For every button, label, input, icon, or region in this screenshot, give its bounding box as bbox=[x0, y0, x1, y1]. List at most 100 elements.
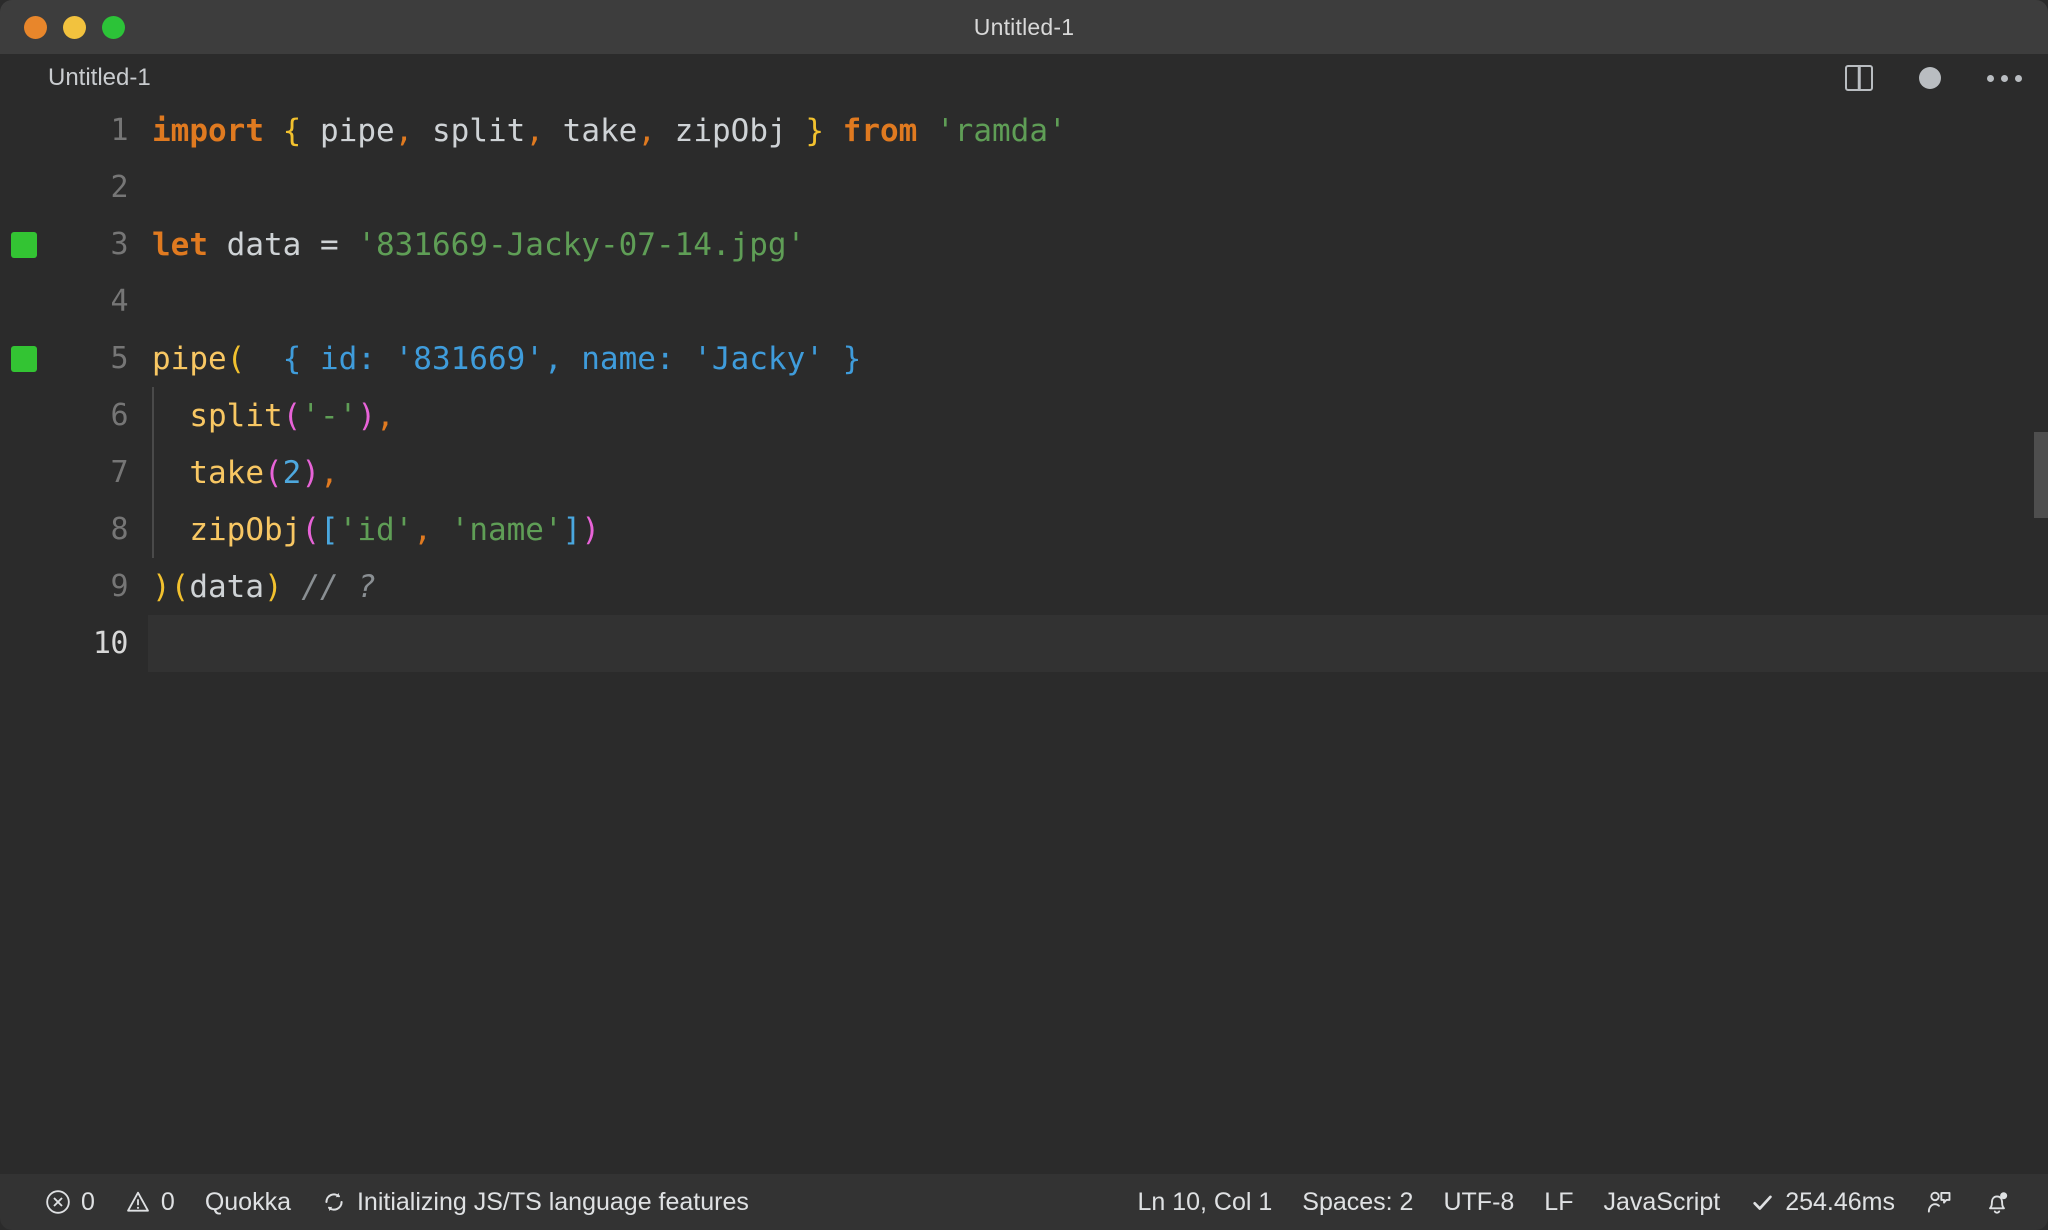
code-token: , bbox=[637, 112, 656, 149]
status-item-label: UTF-8 bbox=[1443, 1187, 1515, 1216]
status-item-problems-warn[interactable]: 0 bbox=[110, 1174, 190, 1230]
code-token: ) bbox=[264, 568, 283, 605]
code-line[interactable]: 5 pipe( { id: '831669', name: 'Jacky' } bbox=[0, 330, 2048, 387]
status-item-eol[interactable]: LF bbox=[1529, 1174, 1588, 1230]
code-token: pipe bbox=[152, 340, 227, 377]
close-window-button[interactable] bbox=[24, 15, 47, 39]
minimize-window-button[interactable] bbox=[63, 15, 86, 39]
code-line-content[interactable]: split('-'), bbox=[148, 387, 2048, 444]
code-token: ) bbox=[581, 511, 600, 548]
vertical-scrollbar[interactable] bbox=[2034, 432, 2048, 518]
traffic-lights bbox=[24, 15, 125, 39]
code-line-content[interactable] bbox=[148, 615, 2048, 672]
code-line-content[interactable] bbox=[148, 273, 2048, 330]
code-token: // ? bbox=[301, 568, 376, 605]
code-token: ( bbox=[170, 568, 190, 605]
code-line[interactable]: 10 bbox=[0, 615, 2048, 672]
code-token: from bbox=[842, 112, 918, 149]
tab-strip: Untitled-1 bbox=[0, 54, 2048, 102]
line-number: 4 bbox=[110, 284, 128, 319]
status-item-indentation[interactable]: Spaces: 2 bbox=[1287, 1174, 1428, 1230]
code-token: 2 bbox=[282, 454, 302, 491]
more-actions-icon[interactable] bbox=[1987, 74, 2022, 82]
code-line[interactable]: 8 zipObj(['id', 'name']) bbox=[0, 501, 2048, 558]
code-token: '-' bbox=[301, 397, 358, 434]
line-number: 2 bbox=[110, 170, 128, 205]
code-editor[interactable]: 1 import { pipe, split, take, zipObj } fr… bbox=[0, 102, 2048, 1174]
code-line[interactable]: 6 split('-'), bbox=[0, 387, 2048, 444]
code-token: data bbox=[226, 226, 302, 263]
status-item-label: Initializing JS/TS language features bbox=[356, 1187, 749, 1216]
code-token: , bbox=[413, 511, 432, 548]
code-line-content[interactable]: take(2), bbox=[148, 444, 2048, 501]
bell-icon bbox=[1983, 1188, 2011, 1216]
editor-window: Untitled-1 Untitled-1 1 import { pipe, sp… bbox=[0, 0, 2048, 1230]
code-token: ) bbox=[301, 454, 320, 491]
code-line-content[interactable]: import { pipe, split, take, zipObj } fro… bbox=[148, 102, 2048, 159]
unsaved-dot-icon[interactable] bbox=[1919, 67, 1941, 89]
warning-icon bbox=[125, 1189, 151, 1215]
code-tokens: split('-'), bbox=[152, 397, 395, 434]
line-number: 7 bbox=[110, 455, 128, 490]
code-line-content[interactable]: )(data) // ? bbox=[148, 558, 2048, 615]
status-item-language-status[interactable]: Initializing JS/TS language features bbox=[306, 1174, 764, 1230]
code-line-content[interactable]: let data = '831669-Jacky-07-14.jpg' bbox=[148, 216, 2048, 273]
code-token: let bbox=[152, 226, 208, 263]
status-item-label: Quokka bbox=[204, 1187, 291, 1216]
status-item-problems[interactable]: 0 bbox=[30, 1174, 110, 1230]
status-item-label: JavaScript bbox=[1603, 1187, 1721, 1216]
status-item-notifications[interactable] bbox=[1968, 1174, 2026, 1230]
code-token: split bbox=[432, 112, 526, 149]
status-item-language-mode[interactable]: JavaScript bbox=[1588, 1174, 1735, 1230]
error-icon bbox=[45, 1189, 71, 1215]
code-line[interactable]: 3 let data = '831669-Jacky-07-14.jpg' bbox=[0, 216, 2048, 273]
code-token: = bbox=[301, 226, 358, 263]
status-item-feedback[interactable] bbox=[1910, 1174, 1968, 1230]
code-token: zipObj bbox=[189, 511, 302, 548]
status-item-encoding[interactable]: UTF-8 bbox=[1428, 1174, 1529, 1230]
code-line[interactable]: 4 bbox=[0, 273, 2048, 330]
quokka-coverage-icon bbox=[11, 231, 37, 258]
line-number: 5 bbox=[110, 341, 128, 376]
code-line[interactable]: 1 import { pipe, split, take, zipObj } fr… bbox=[0, 102, 2048, 159]
status-item-label: Ln 10, Col 1 bbox=[1137, 1187, 1273, 1216]
code-line[interactable]: 9)(data) // ? bbox=[0, 558, 2048, 615]
code-token: split bbox=[189, 397, 283, 434]
code-token: take bbox=[562, 112, 638, 149]
code-token: ( bbox=[282, 397, 302, 434]
code-token: , bbox=[376, 397, 395, 434]
line-number: 6 bbox=[110, 398, 128, 433]
code-line[interactable]: 2 bbox=[0, 159, 2048, 216]
maximize-window-button[interactable] bbox=[102, 15, 125, 39]
breadcrumb[interactable]: Untitled-1 bbox=[48, 64, 151, 92]
code-token: ( bbox=[226, 340, 246, 377]
split-editor-icon[interactable] bbox=[1845, 65, 1873, 91]
code-line-content[interactable] bbox=[148, 159, 2048, 216]
gutter-marker-slot[interactable] bbox=[0, 231, 48, 258]
code-token: take bbox=[189, 454, 264, 491]
status-item-run-time[interactable]: 254.46ms bbox=[1735, 1174, 1910, 1230]
code-line[interactable]: 7 take(2), bbox=[0, 444, 2048, 501]
status-bar-left: 0 0 Quokka Initializing JS/TS language feat… bbox=[30, 1174, 764, 1230]
indent-guide bbox=[152, 387, 154, 444]
code-token: data bbox=[189, 568, 264, 605]
code-line-content[interactable]: zipObj(['id', 'name']) bbox=[148, 501, 2048, 558]
status-item-quokka[interactable]: Quokka bbox=[190, 1174, 306, 1230]
status-item-label: LF bbox=[1544, 1187, 1574, 1216]
indent-guide bbox=[152, 444, 154, 501]
code-token: , bbox=[394, 112, 414, 149]
status-item-label: 0 bbox=[160, 1187, 175, 1216]
code-token: pipe bbox=[320, 112, 395, 149]
code-line-content[interactable]: pipe( { id: '831669', name: 'Jacky' } bbox=[148, 330, 2048, 387]
gutter-marker-slot[interactable] bbox=[0, 345, 48, 372]
code-token: ( bbox=[301, 511, 320, 548]
status-item-cursor-position[interactable]: Ln 10, Col 1 bbox=[1122, 1174, 1287, 1230]
code-token: { bbox=[282, 112, 302, 149]
code-token: , bbox=[320, 454, 339, 491]
